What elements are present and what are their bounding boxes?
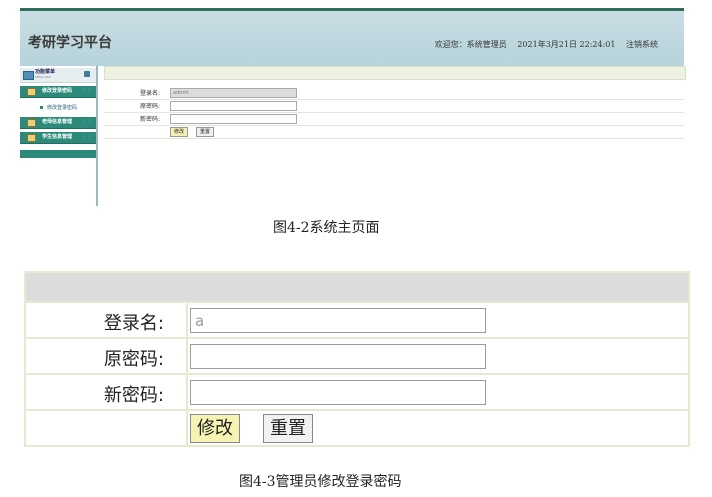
- username-label: 登录名:: [140, 90, 161, 97]
- logout-link[interactable]: 注销系统: [626, 40, 658, 49]
- reset-button[interactable]: 重置: [263, 414, 313, 443]
- reset-button[interactable]: 重置: [196, 127, 215, 137]
- figure-caption-main-page: 图4-2系统主页面: [273, 220, 380, 236]
- form-row-username: 登录名: a: [24, 303, 690, 339]
- sidebar-footer-bar: [20, 150, 96, 158]
- new-password-label: 新密码:: [103, 385, 164, 406]
- sidebar-subitem-label: 修改登录密码: [47, 105, 78, 111]
- app-title: 考研学习平台: [28, 35, 112, 51]
- old-password-field[interactable]: [190, 344, 486, 369]
- sidebar: 功能菜单 MENU BAR 修改登录密码 ⋮⋮ 修改登录密码 老师信息管理 ⋮⋮…: [20, 66, 98, 206]
- old-password-field[interactable]: [170, 101, 297, 111]
- menu-title: 功能菜单: [35, 69, 56, 75]
- username-field[interactable]: admin: [170, 88, 297, 98]
- header-bar: 考研学习平台 欢迎您：系统管理员 2021年3月21日 22:24:01 注销系…: [20, 11, 684, 66]
- form-row-username: 登录名: admin: [104, 87, 684, 100]
- form-row-new-password: 新密码:: [104, 113, 684, 126]
- submit-button[interactable]: 修改: [170, 127, 189, 137]
- sidebar-subitem-change-password[interactable]: 修改登录密码: [20, 103, 96, 113]
- form-row-old-password: 原密码:: [24, 339, 690, 375]
- old-password-label: 原密码:: [103, 349, 164, 370]
- label-cell: 原密码:: [26, 339, 188, 373]
- new-password-label: 新密码:: [140, 116, 161, 123]
- folder-icon: [27, 119, 36, 127]
- form-row-actions: 修改 重置: [24, 411, 690, 447]
- bullet-icon: [40, 106, 43, 109]
- old-password-label: 原密码:: [140, 103, 161, 110]
- form-row-new-password: 新密码:: [24, 375, 690, 411]
- expand-icon: ⋮⋮: [82, 88, 92, 94]
- welcome-text: 欢迎您：系统管理员: [434, 40, 507, 49]
- form-row-old-password: 原密码:: [104, 100, 684, 113]
- sidebar-item-label: 修改登录密码: [42, 88, 73, 94]
- sidebar-item-label: 老师信息管理: [42, 119, 73, 125]
- new-password-field[interactable]: [190, 380, 486, 405]
- main-content: 登录名: admin 原密码: 新密码: 修改 重置: [104, 66, 686, 206]
- folder-icon: [27, 88, 36, 96]
- form-header-band: [24, 271, 690, 303]
- submit-button[interactable]: 修改: [190, 414, 240, 443]
- form-row-actions: 修改 重置: [104, 126, 684, 139]
- sidebar-item-change-password[interactable]: 修改登录密码 ⋮⋮: [20, 86, 96, 98]
- collapse-icon[interactable]: [84, 71, 90, 77]
- label-cell: 登录名:: [26, 303, 188, 337]
- menu-icon: [23, 71, 34, 80]
- system-main-page-screenshot: 考研学习平台 欢迎您：系统管理员 2021年3月21日 22:24:01 注销系…: [20, 8, 686, 206]
- label-cell: [26, 411, 188, 445]
- change-password-form-screenshot: 登录名: a 原密码: 新密码: 修改 重置: [24, 271, 690, 454]
- label-cell: 新密码:: [26, 375, 188, 409]
- username-label: 登录名:: [103, 313, 164, 334]
- sidebar-item-label: 学生信息管理: [42, 134, 73, 140]
- username-field[interactable]: a: [190, 308, 486, 333]
- menu-header: 功能菜单 MENU BAR: [20, 68, 96, 83]
- sidebar-item-teacher-management[interactable]: 老师信息管理 ⋮⋮: [20, 117, 96, 129]
- datetime-text: 2021年3月21日 22:24:01: [517, 40, 616, 49]
- expand-icon: ⋮⋮: [82, 134, 92, 140]
- header-status: 欢迎您：系统管理员 2021年3月21日 22:24:01 注销系统: [427, 39, 658, 50]
- new-password-field[interactable]: [170, 114, 297, 124]
- expand-icon: ⋮⋮: [82, 119, 92, 125]
- sidebar-item-student-management[interactable]: 学生信息管理 ⋮⋮: [20, 132, 96, 144]
- folder-icon: [27, 134, 36, 142]
- content-title-bar: [104, 66, 686, 80]
- menu-subtitle: MENU BAR: [35, 75, 52, 79]
- figure-caption-change-password: 图4-3管理员修改登录密码: [239, 474, 402, 490]
